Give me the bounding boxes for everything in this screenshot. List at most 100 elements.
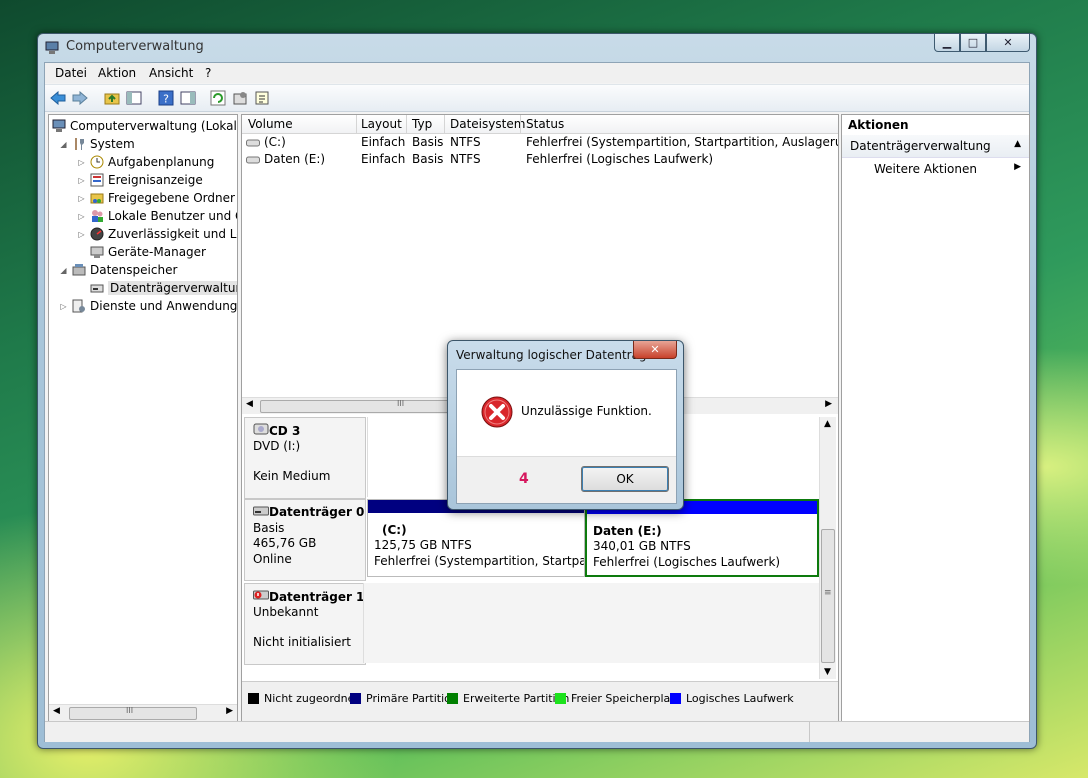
partition-e-size: 340,01 GB NTFS [593,539,691,553]
disk-error-icon [253,590,269,604]
services-icon [71,298,87,314]
system-tools-icon [71,136,87,152]
tree-label-dienste: Dienste und Anwendungen [90,299,238,313]
ok-button-label: OK [616,472,634,486]
expand-triangle-icon[interactable]: ▷ [77,212,86,221]
disk-vertical-scrollbar[interactable]: ▲ ≡ ▼ [819,417,836,679]
shared-folder-icon [89,190,105,206]
volume-row[interactable]: Daten (E:) Einfach Basis NTFS Fehlerfrei… [242,151,838,168]
forward-button[interactable] [71,89,89,107]
scroll-grip-icon: III [397,399,405,408]
title-bar[interactable]: Computerverwaltung ▁ □ ✕ [38,34,1036,62]
expand-triangle-icon[interactable]: ▷ [77,158,86,167]
disk-label-datentraeger1[interactable]: Datenträger 1 Unbekannt Nicht initialisi… [244,583,366,665]
volume-row[interactable]: (C:) Einfach Basis NTFS Fehlerfrei (Syst… [242,134,838,151]
col-status[interactable]: Status [526,117,564,131]
properties-button[interactable] [231,89,249,107]
export-list-button[interactable] [253,89,271,107]
menu-aktion[interactable]: Aktion [98,66,136,80]
annotation-number: 4 [519,471,529,487]
partition-e[interactable]: Daten (E:) 340,01 GB NTFS Fehlerfrei (Lo… [585,499,819,577]
tree-item-root[interactable]: Computerverwaltung (Lokal) [51,117,237,135]
actions-section-label: Datenträgerverwaltung [850,139,991,153]
tree-item-datenspeicher[interactable]: ◢ Datenspeicher [59,261,177,279]
collapse-triangle-icon[interactable]: ◢ [59,266,68,275]
window-title: Computerverwaltung [66,39,204,54]
refresh-button[interactable] [209,89,227,107]
tree-scroll-thumb[interactable]: III [69,706,197,720]
help-button[interactable]: ? [157,89,175,107]
col-layout[interactable]: Layout [361,117,402,131]
col-dateisystem[interactable]: Dateisystem [450,117,525,131]
tree-label-ereignisanzeige: Ereignisanzeige [108,173,203,187]
help-icon: ? [158,90,174,106]
legend-item: Erweiterte Partition [447,692,569,705]
scroll-down-icon[interactable]: ▼ [824,667,831,677]
tree-item-geraete-manager[interactable]: Geräte-Manager [89,243,206,261]
col-typ[interactable]: Typ [412,117,432,131]
weitere-aktionen-item[interactable]: Weitere Aktionen ▶ [842,159,1029,179]
close-icon: ✕ [650,343,660,356]
tree-item-freigegebene-ordner[interactable]: ▷ Freigegebene Ordner [77,189,235,207]
back-arrow-icon [50,91,66,105]
close-button[interactable]: ✕ [986,34,1030,52]
show-hide-console-tree-button[interactable] [125,89,143,107]
back-button[interactable] [49,89,67,107]
volume-list-header: Volume Layout Typ Dateisystem Status [242,115,838,134]
ok-button[interactable]: OK [581,466,669,492]
collapse-up-icon[interactable]: ▲ [1014,139,1021,149]
volume-filesystem: NTFS [450,135,481,149]
partition-e-label: Daten (E:) [593,524,662,538]
up-folder-button[interactable] [103,89,121,107]
scroll-left-icon[interactable]: ◀ [53,706,60,716]
legend-swatch [248,693,259,704]
dialog-title[interactable]: Verwaltung logischer Datenträg... [456,348,658,362]
scroll-right-icon[interactable]: ▶ [825,399,832,409]
toolbar: ? [45,84,1029,112]
tree-item-aufgabenplanung[interactable]: ▷ Aufgabenplanung [77,153,214,171]
dialog-body: Unzulässige Funktion. 4 OK [456,369,677,504]
expand-triangle-icon[interactable]: ▷ [77,176,86,185]
tree-label-aufgabenplanung: Aufgabenplanung [108,155,215,169]
tree-horizontal-scrollbar[interactable]: ◀ III ▶ [49,704,237,721]
disk-management-icon [89,280,105,296]
expand-triangle-icon[interactable]: ▷ [77,194,86,203]
tree-item-dienste[interactable]: ▷ Dienste und Anwendungen [59,297,238,315]
partition-legend: Nicht zugeordnet Primäre Partition Erwei… [242,681,838,721]
expand-triangle-icon[interactable]: ▷ [77,230,86,239]
disk-scroll-thumb[interactable]: ≡ [821,529,835,663]
volume-name: (C:) [264,135,286,149]
disk-label-cd3[interactable]: CD 3 DVD (I:) Kein Medium [244,417,366,499]
tree-item-system[interactable]: ◢ System [59,135,134,153]
scroll-grip-icon: ≡ [824,588,832,598]
legend-swatch [447,693,458,704]
volume-type: Basis [412,152,444,166]
tree-item-ereignisanzeige[interactable]: ▷ Ereignisanzeige [77,171,203,189]
scroll-up-icon[interactable]: ▲ [824,419,831,429]
volume-status: Fehlerfrei (Systempartition, Startpartit… [526,135,838,149]
menu-ansicht[interactable]: Ansicht [149,66,193,80]
cd-state: Kein Medium [253,469,331,483]
partition-c[interactable]: (C:) 125,75 GB NTFS Fehlerfrei (Systempa… [367,499,585,577]
action-pane-icon [180,91,196,105]
minimize-button[interactable]: ▁ [934,34,960,52]
legend-swatch [555,693,566,704]
disk-label-datentraeger0[interactable]: Datenträger 0 Basis 465,76 GB Online [244,499,366,581]
expand-triangle-icon[interactable]: ▷ [59,302,68,311]
maximize-button[interactable]: □ [960,34,986,52]
scroll-left-icon[interactable]: ◀ [246,399,253,409]
collapse-triangle-icon[interactable]: ◢ [59,140,68,149]
tree-item-zuverlaessigkeit[interactable]: ▷ Zuverlässigkeit und Leis [77,225,237,243]
disk1-area[interactable] [363,583,819,663]
menu-help[interactable]: ? [205,66,211,80]
show-hide-action-pane-button[interactable] [179,89,197,107]
scroll-right-icon[interactable]: ▶ [226,706,233,716]
tree-item-datentraegerverwaltung[interactable]: Datenträgerverwaltung [89,279,237,297]
refresh-icon [210,90,226,106]
tree-item-lokale-benutzer[interactable]: ▷ Lokale Benutzer und Gr [77,207,237,225]
actions-section-datentraegerverwaltung[interactable]: Datenträgerverwaltung ▲ [842,135,1029,158]
dialog-close-button[interactable]: ✕ [633,341,677,359]
maximize-icon: □ [967,36,979,49]
menu-datei[interactable]: Datei [55,66,87,80]
col-volume[interactable]: Volume [248,117,293,131]
